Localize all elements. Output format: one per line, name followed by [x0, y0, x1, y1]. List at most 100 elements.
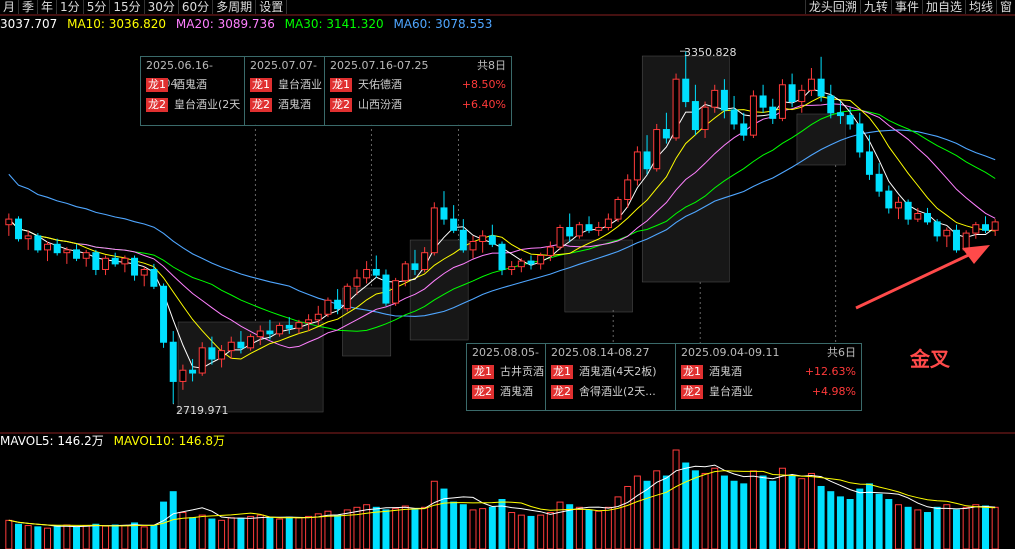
candle-body	[63, 249, 71, 254]
volume-bar	[24, 525, 32, 549]
volume-bar	[662, 475, 670, 549]
volume-bar	[92, 523, 100, 549]
volume-bar	[102, 525, 110, 549]
leader-stock: 舍得酒业(2天...	[579, 385, 656, 398]
volume-bar	[865, 483, 873, 549]
volume-bar	[952, 509, 960, 549]
candle-body	[701, 106, 709, 131]
volume-bar	[459, 504, 467, 549]
volume-bar	[256, 514, 264, 549]
volume-bar	[450, 501, 458, 549]
candle-body	[498, 243, 506, 270]
leader-tag: 龙2	[146, 98, 168, 112]
days-label: 共8日	[477, 59, 506, 72]
candle-body	[566, 227, 574, 237]
volume-bar	[73, 526, 81, 549]
volume-bar	[923, 512, 931, 549]
volume-bar	[5, 519, 13, 549]
candle-body	[894, 201, 902, 209]
candle-body	[740, 123, 748, 136]
candle-body	[314, 313, 322, 321]
period-region	[409, 239, 469, 341]
volume-bar	[962, 506, 970, 549]
volume-bar	[701, 472, 709, 549]
candle-body	[769, 106, 777, 119]
candle-body	[256, 330, 264, 338]
volume-bar	[421, 506, 429, 549]
volume-bar	[759, 475, 767, 549]
candle-body	[247, 336, 255, 349]
volume-bar	[479, 508, 487, 549]
leader-stock: 酒鬼酒	[174, 78, 207, 91]
candle-body	[546, 246, 554, 256]
volume-bar	[943, 504, 951, 549]
candle-body	[179, 369, 187, 382]
volume-bar	[894, 504, 902, 549]
volume-bar	[595, 510, 603, 549]
volume-bar	[730, 480, 738, 549]
candle-body	[488, 235, 496, 245]
candle-body	[324, 299, 332, 315]
volume-bar	[517, 514, 525, 549]
candle-body	[778, 84, 786, 119]
leader-stock: 酒鬼酒(4天2板)	[579, 365, 657, 378]
candle-body	[711, 89, 719, 108]
candle-body	[556, 227, 564, 248]
candle-body	[846, 115, 854, 125]
volume-bar	[836, 496, 844, 549]
candle-body	[160, 285, 168, 343]
candle-body	[53, 243, 61, 254]
days-label: 共6日	[827, 346, 856, 359]
leader-pct: +6.40%	[461, 98, 506, 111]
candle-body	[691, 101, 699, 131]
volume-bar	[382, 509, 390, 549]
leader-box-bottom: 2025.08.05-0 龙1 古井贡酒 龙2 酒鬼酒 2025.08.14-08.…	[466, 343, 862, 411]
candle-body	[972, 224, 980, 234]
volume-bar	[778, 467, 786, 549]
period-label: 2025.07.16-07.25	[330, 59, 429, 72]
volume-bar	[827, 491, 835, 549]
candle-body	[885, 190, 893, 209]
candle-body	[730, 109, 738, 125]
volume-bar	[566, 504, 574, 549]
volume-bar	[807, 472, 815, 549]
volume-bar	[237, 517, 245, 549]
candle-body	[295, 322, 303, 329]
candle-body	[237, 341, 245, 349]
annotation-arrow	[855, 250, 976, 310]
candle-body	[189, 369, 197, 374]
candle-body	[218, 350, 226, 360]
leader-tag: 龙1	[250, 78, 272, 92]
leader-tag: 龙1	[146, 78, 168, 92]
candle-body	[266, 330, 274, 335]
low-price-label: 2719.971	[176, 404, 229, 417]
volume-bar	[189, 517, 197, 549]
candle-body	[817, 78, 825, 97]
candle-body	[904, 201, 912, 220]
candle-body	[952, 229, 960, 251]
leader-pct: +12.63%	[804, 365, 856, 378]
candle-body	[459, 229, 467, 251]
volume-bar	[711, 467, 719, 549]
candle-body	[807, 78, 815, 91]
volume-bar	[885, 499, 893, 549]
leader-tag: 龙1	[330, 78, 352, 92]
volume-bar	[15, 523, 23, 549]
volume-bar	[624, 485, 632, 549]
candle-body	[836, 112, 844, 117]
leader-tag: 龙2	[681, 385, 703, 399]
mavol10-label: MAVOL10: 146.8万	[113, 434, 226, 448]
leader-tag: 龙1	[681, 365, 703, 379]
volume-bar	[227, 517, 235, 549]
volume-bar	[546, 512, 554, 549]
leader-stock: 古井贡酒	[500, 365, 544, 378]
candle-body	[440, 207, 448, 220]
candle-body	[411, 263, 419, 270]
volume-bar	[740, 483, 748, 549]
period-label: 2025.08.14-08.27	[551, 346, 650, 359]
volume-bar	[856, 488, 864, 549]
leader-pct: +8.50%	[461, 78, 506, 91]
candle-body	[643, 151, 651, 170]
candle-body	[469, 240, 477, 251]
candle-body	[24, 235, 32, 240]
